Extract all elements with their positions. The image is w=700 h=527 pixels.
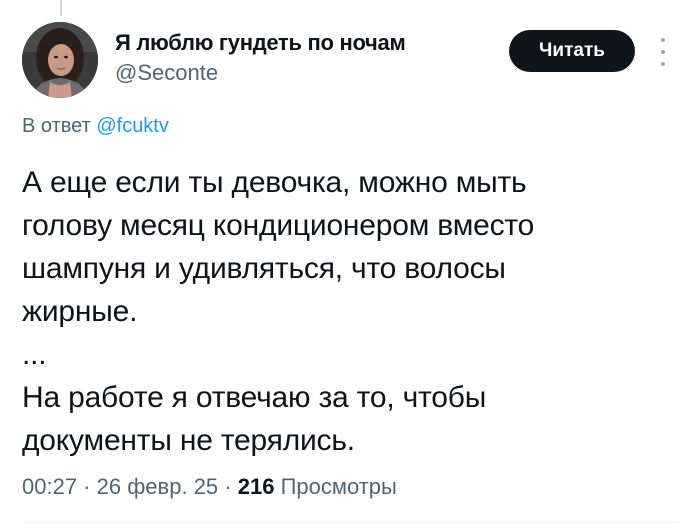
reply-target-link[interactable]: @fcuktv bbox=[96, 115, 169, 137]
tweet-paragraph: На работе я отвечаю за то, чтобы докумен… bbox=[22, 381, 487, 457]
more-dot bbox=[661, 38, 665, 42]
meta-separator: · bbox=[218, 474, 238, 499]
tweet-time[interactable]: 00:27 bbox=[22, 474, 77, 499]
more-options-icon[interactable] bbox=[655, 38, 671, 66]
author-display-name[interactable]: Я люблю гундеть по ночам bbox=[115, 30, 406, 56]
author-handle[interactable]: @Seconte bbox=[115, 60, 218, 86]
reply-prefix: В ответ bbox=[22, 115, 91, 137]
user-avatar-photo-icon bbox=[22, 22, 98, 98]
tweet-meta: 00:27 · 26 февр. 25 · 216 Просмотры bbox=[22, 474, 397, 500]
tweet-ellipsis: ... bbox=[22, 338, 47, 371]
meta-separator: · bbox=[77, 474, 97, 499]
bottom-divider bbox=[22, 522, 678, 523]
views-label: Просмотры bbox=[274, 474, 397, 499]
author-avatar[interactable] bbox=[22, 22, 98, 98]
more-dot bbox=[661, 62, 665, 66]
thread-connector-line bbox=[60, 0, 62, 16]
reply-context: В ответ @fcuktv bbox=[22, 115, 169, 138]
tweet-paragraph: А еще если ты девочка, можно мыть голову… bbox=[22, 166, 535, 328]
follow-button[interactable]: Читать bbox=[509, 30, 635, 72]
tweet-date[interactable]: 26 февр. 25 bbox=[97, 474, 219, 499]
more-dot bbox=[661, 50, 665, 54]
tweet-body: А еще если ты девочка, можно мыть голову… bbox=[22, 161, 682, 462]
views-count: 216 bbox=[237, 474, 275, 499]
